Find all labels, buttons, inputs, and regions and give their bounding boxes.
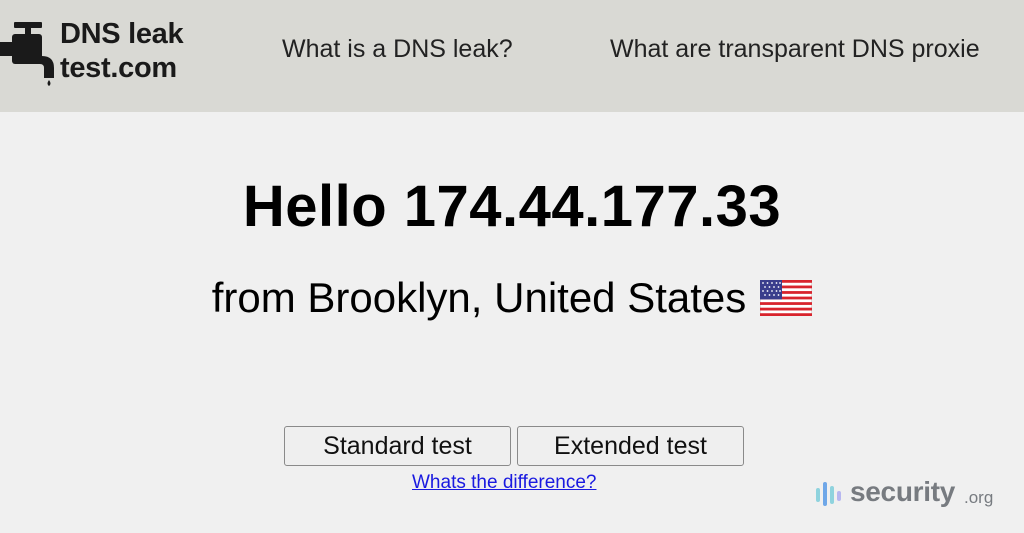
location-text: from Brooklyn, United States xyxy=(211,274,747,321)
whats-the-difference-link[interactable]: Whats the difference? xyxy=(412,472,596,494)
page: DNS leak test.com What is a DNS leak? Wh… xyxy=(0,0,1024,533)
security-org-watermark: security .org xyxy=(814,476,1014,512)
nav-link-what-is-dns-leak[interactable]: What is a DNS leak? xyxy=(282,35,513,64)
location-row: from Brooklyn, United States xyxy=(0,274,1024,326)
logo-text-line1: DNS leak xyxy=(60,18,184,50)
greeting-ip-heading: Hello 174.44.177.33 xyxy=(242,174,782,239)
site-logo[interactable]: DNS leak test.com xyxy=(0,14,220,92)
logo-text-line2: test.com xyxy=(60,52,177,84)
standard-test-button[interactable]: Standard test xyxy=(284,426,511,466)
security-bars-icon xyxy=(816,482,841,506)
extended-test-button[interactable]: Extended test xyxy=(517,426,744,466)
watermark-text: security xyxy=(850,476,955,507)
site-header: DNS leak test.com What is a DNS leak? Wh… xyxy=(0,0,1024,112)
nav-link-transparent-dns-proxies[interactable]: What are transparent DNS proxie xyxy=(610,35,980,64)
faucet-icon xyxy=(0,22,54,86)
watermark-suffix: .org xyxy=(964,488,994,507)
us-flag-icon xyxy=(759,278,813,326)
